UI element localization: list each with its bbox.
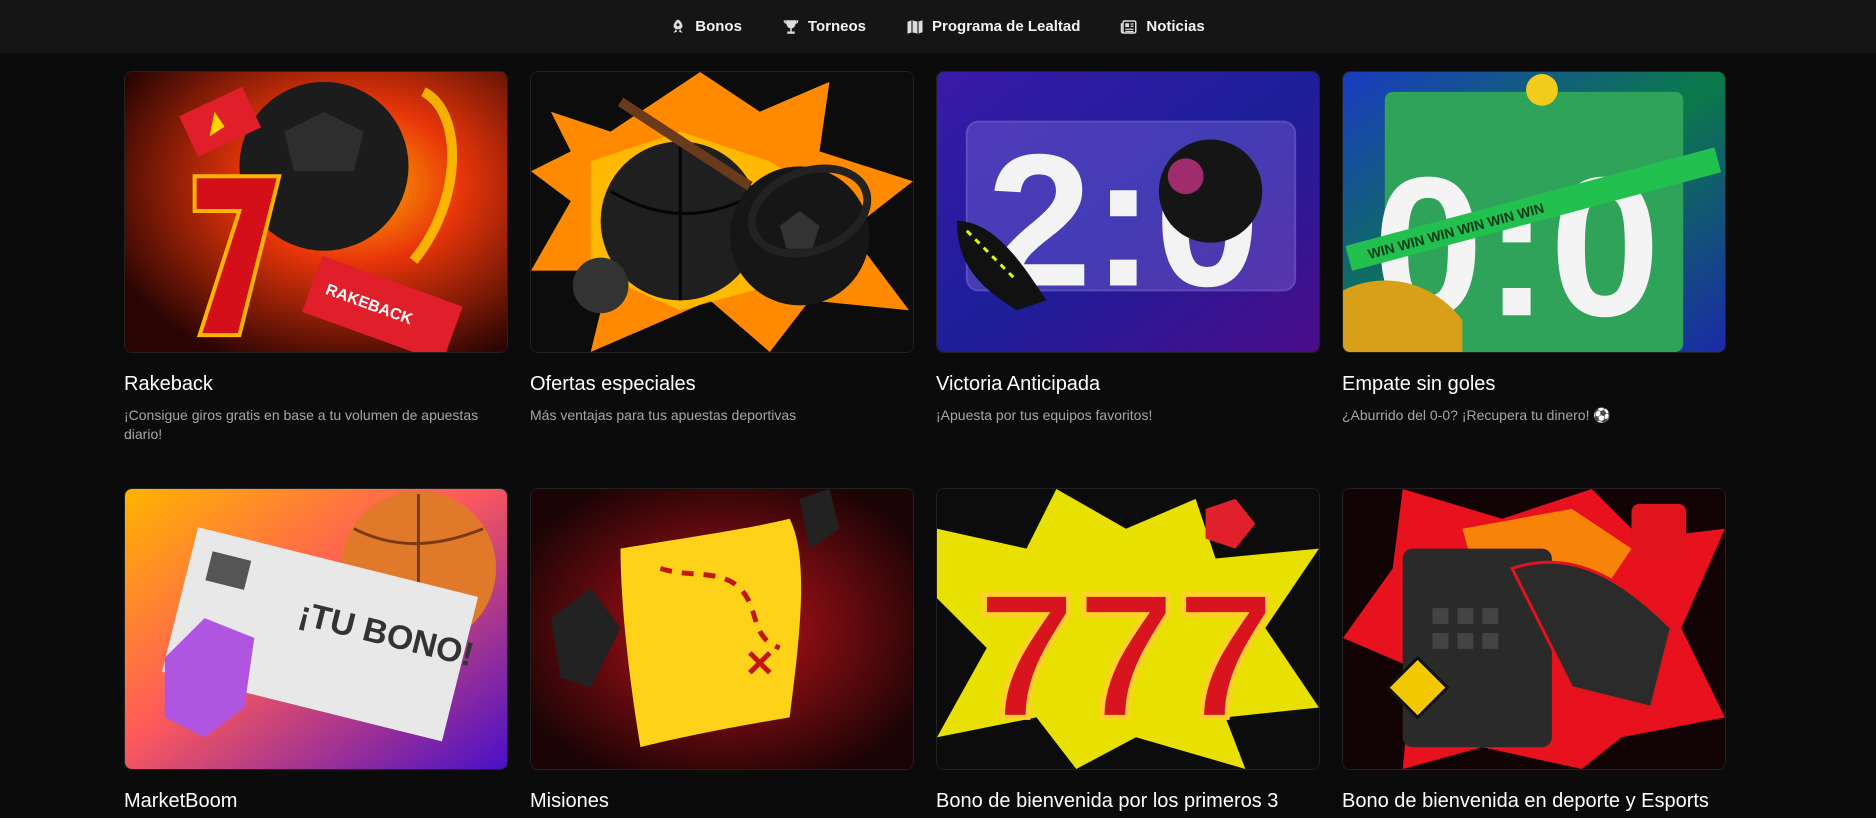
map-icon (907, 19, 923, 34)
promo-image-victoria-anticipada[interactable]: 2:0 (936, 71, 1320, 353)
promo-title: Ofertas especiales (530, 373, 696, 395)
promo-title: Victoria Anticipada (936, 373, 1101, 395)
promo-description: ¡Apuesta por tus equipos favoritos! (936, 407, 1153, 423)
promo-card-empate-sin-goles[interactable]: 0:0 WIN WIN WIN WIN WIN WIN Empate sin g… (1342, 71, 1726, 488)
early-victory-art: 2:0 (937, 72, 1319, 352)
nav-label: Programa de Lealtad (931, 18, 1081, 35)
promo-image-empate-sin-goles[interactable]: 0:0 WIN WIN WIN WIN WIN WIN (1342, 71, 1726, 353)
promo-card-bono-bienvenida-esports[interactable]: Bono de bienvenida en deporte y Esports (1342, 488, 1726, 818)
art-label: 777 (977, 556, 1276, 756)
nav-label: Noticias (1146, 18, 1205, 35)
promotions-grid: RAKEBACK Rakeback ¡Consigue giros gratis… (124, 71, 1726, 818)
promo-card-ofertas-especiales[interactable]: Ofertas especiales Más ventajas para tus… (530, 71, 914, 488)
promo-image-marketboom[interactable]: ¡TU BONO! (124, 488, 508, 770)
promo-title: Rakeback (124, 373, 213, 395)
promo-image-misiones[interactable] (530, 488, 914, 770)
promo-image-bono-bienvenida-primeros-3[interactable]: 777 (936, 488, 1320, 770)
welcome-bonus-777-art: 777 (937, 489, 1319, 769)
nav-label: Bonos (695, 18, 742, 35)
promo-card-misiones[interactable]: Misiones (530, 488, 914, 818)
goalless-draw-art: 0:0 WIN WIN WIN WIN WIN WIN (1343, 72, 1725, 352)
promo-title: Empate sin goles (1342, 373, 1496, 395)
newspaper-icon (1121, 19, 1137, 34)
trophy-icon (783, 19, 799, 34)
rakeback-art: RAKEBACK (125, 72, 507, 352)
special-offers-art (531, 72, 913, 352)
nav-item-programa-de-lealtad[interactable]: Programa de Lealtad (906, 18, 1082, 36)
nav-label: Torneos (807, 18, 866, 35)
nav-item-bonos[interactable]: Bonos (669, 18, 744, 36)
marketboom-art: ¡TU BONO! (125, 489, 507, 769)
promo-card-marketboom[interactable]: ¡TU BONO! MarketBoom (124, 488, 508, 818)
promo-card-rakeback[interactable]: RAKEBACK Rakeback ¡Consigue giros gratis… (124, 71, 508, 488)
promo-description: ¡Consigue giros gratis en base a tu volu… (124, 407, 479, 442)
missions-art (531, 489, 913, 769)
rocket-icon (673, 19, 683, 33)
promo-description: Más ventajas para tus apuestas deportiva… (530, 407, 797, 423)
promo-card-victoria-anticipada[interactable]: 2:0 Victoria Anticipada ¡Apuesta por tus… (936, 71, 1320, 488)
esports-bonus-art (1343, 489, 1725, 769)
promo-image-rakeback[interactable]: RAKEBACK (124, 71, 508, 353)
promo-description: ¿Aburrido del 0-0? ¡Recupera tu dinero! … (1342, 407, 1611, 423)
promo-image-ofertas-especiales[interactable] (530, 71, 914, 353)
promo-card-bono-bienvenida-primeros-3[interactable]: 777 Bono de bienvenida por los primeros … (936, 488, 1320, 818)
top-navigation: Bonos Torneos Programa de Lealtad Notici… (0, 0, 1876, 53)
nav-item-noticias[interactable]: Noticias (1120, 18, 1206, 36)
nav-item-torneos[interactable]: Torneos (782, 18, 868, 36)
promo-image-bono-bienvenida-esports[interactable] (1342, 488, 1726, 770)
